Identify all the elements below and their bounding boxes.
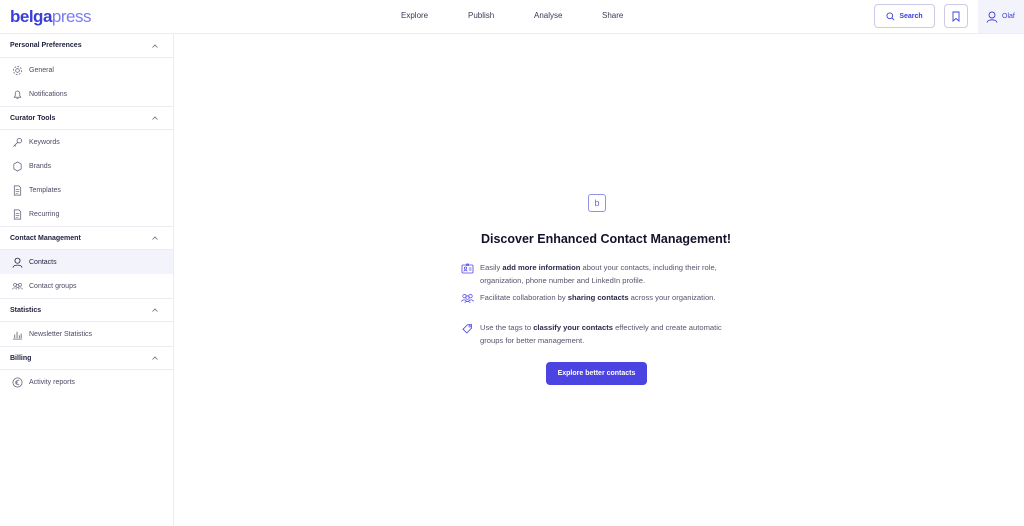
user-icon xyxy=(986,11,998,23)
chevron-up-icon xyxy=(152,43,158,48)
top-bar: belgapress Explore Publish Analyse Share… xyxy=(0,0,1024,34)
sidebar-item-templates[interactable]: Templates xyxy=(0,178,173,202)
user-name: Olaf xyxy=(1002,13,1015,20)
feature-item: Use the tags to classify your contacts e… xyxy=(461,322,741,347)
section-statistics[interactable]: Statistics xyxy=(0,298,173,322)
feature-item: Easily add more information about your c… xyxy=(461,262,741,287)
sidebar-item-activity-reports[interactable]: Activity reports xyxy=(0,370,173,394)
bookmarks-button[interactable] xyxy=(944,4,968,28)
belga-badge-icon: b xyxy=(588,194,606,212)
feature-item: Facilitate collaboration by sharing cont… xyxy=(461,292,741,305)
sidebar-item-keywords[interactable]: Keywords xyxy=(0,130,173,154)
chevron-up-icon xyxy=(152,308,158,312)
sidebar-item-general[interactable]: General xyxy=(0,58,173,82)
chevron-up-icon xyxy=(152,116,158,120)
document-icon xyxy=(12,209,23,220)
document-icon xyxy=(12,185,23,196)
group-icon xyxy=(12,281,23,292)
section-title: Billing xyxy=(10,354,32,362)
chevron-up-icon xyxy=(152,356,158,360)
section-title: Curator Tools xyxy=(10,114,56,122)
explore-better-contacts-button[interactable]: Explore better contacts xyxy=(546,362,647,385)
bar-chart-icon xyxy=(12,329,23,340)
sidebar-item-newsletter-statistics[interactable]: Newsletter Statistics xyxy=(0,322,173,346)
settings-sidebar: Personal Preferences General Notificatio… xyxy=(0,34,174,526)
id-card-icon xyxy=(461,263,474,274)
bookmark-icon xyxy=(952,11,960,22)
sidebar-item-recurring[interactable]: Recurring xyxy=(0,202,173,226)
bell-icon xyxy=(12,89,23,100)
badge-icon xyxy=(12,160,23,172)
search-icon xyxy=(886,11,895,20)
user-menu[interactable]: Olaf xyxy=(978,0,1024,33)
sidebar-item-brands[interactable]: Brands xyxy=(0,154,173,178)
section-contact-management[interactable]: Contact Management xyxy=(0,226,173,250)
feature-text: Use the tags to classify your contacts e… xyxy=(480,323,722,345)
section-title: Contact Management xyxy=(10,234,81,242)
main-content: b Discover Enhanced Contact Management! … xyxy=(175,34,1024,526)
user-icon xyxy=(12,257,23,268)
search-button[interactable]: Search xyxy=(874,4,935,28)
page-title: Discover Enhanced Contact Management! xyxy=(480,232,732,246)
section-title: Personal Preferences xyxy=(10,42,82,49)
nav-explore[interactable]: Explore xyxy=(401,11,428,20)
belgapress-logo[interactable]: belgapress xyxy=(10,7,91,27)
section-curator-tools[interactable]: Curator Tools xyxy=(0,106,173,130)
euro-icon xyxy=(12,377,23,388)
gear-icon xyxy=(12,65,23,76)
nav-share[interactable]: Share xyxy=(602,11,623,20)
tag-icon xyxy=(462,324,472,334)
search-button-label: Search xyxy=(899,12,923,20)
chevron-up-icon xyxy=(152,236,158,240)
feature-text: Facilitate collaboration by sharing cont… xyxy=(480,293,716,302)
section-personal-preferences[interactable]: Personal Preferences xyxy=(0,34,173,58)
section-billing[interactable]: Billing xyxy=(0,346,173,370)
key-icon xyxy=(12,137,23,148)
nav-publish[interactable]: Publish xyxy=(468,11,494,20)
sidebar-item-contact-groups[interactable]: Contact groups xyxy=(0,274,173,298)
sidebar-item-notifications[interactable]: Notifications xyxy=(0,82,173,106)
feature-text: Easily add more information about your c… xyxy=(480,263,717,285)
people-icon xyxy=(461,294,474,304)
section-title: Statistics xyxy=(10,306,42,314)
nav-analyse[interactable]: Analyse xyxy=(534,11,562,20)
sidebar-item-contacts[interactable]: Contacts xyxy=(0,250,173,274)
